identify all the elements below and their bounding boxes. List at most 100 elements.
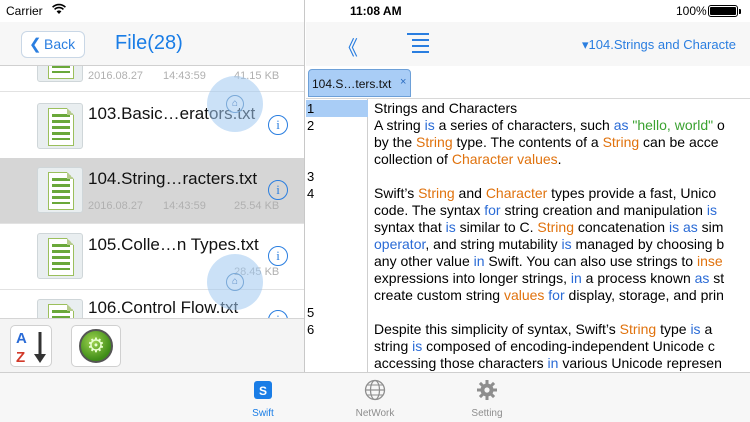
code-line: any other value in Swift. You can also u…: [374, 253, 723, 270]
code-text: a series of characters, such: [434, 117, 614, 133]
code-line: create custom string values for display,…: [374, 287, 724, 304]
tab-label: Setting: [471, 408, 503, 419]
file-browser-toolbar: A Z: [0, 318, 304, 372]
touch-point-icon: ⌂: [226, 95, 244, 113]
code-text-area[interactable]: Strings and Characters A string is a seri…: [374, 99, 750, 372]
highlighted-token: "hello, world": [632, 117, 714, 133]
app-screen: ❮ Back File(28) 2016.08.27 14:43:59 41.1…: [0, 0, 750, 422]
file-name: 104.String…racters.txt: [88, 169, 258, 188]
document-tab-label: 104.S…ters.txt: [312, 77, 392, 91]
code-line: string is composed of encoding-independe…: [374, 338, 715, 355]
code-text: type: [656, 321, 691, 337]
tab-setting[interactable]: Setting: [452, 377, 522, 421]
line-number: 3: [307, 169, 315, 184]
clock: 11:08 AM: [350, 4, 402, 18]
line-number: 6: [307, 322, 315, 337]
battery-percentage: 100%: [676, 4, 707, 18]
highlighted-token: Character values: [451, 151, 558, 167]
wifi-icon: [52, 3, 66, 18]
highlighted-token: as: [613, 117, 629, 133]
code-text: Despite this simplicity of syntax, Swift…: [374, 321, 620, 337]
info-button[interactable]: i: [268, 310, 288, 318]
svg-text:Z: Z: [16, 349, 25, 366]
code-text: accessing those characters: [374, 355, 548, 371]
code-text: syntax that: [374, 219, 446, 235]
gear-icon: [477, 380, 497, 400]
highlighted-token: is: [412, 338, 423, 354]
code-line: expressions into longer strings, in a pr…: [374, 270, 724, 287]
code-text: various Unicode represen: [558, 355, 722, 371]
info-button[interactable]: i: [268, 115, 288, 135]
close-icon[interactable]: ×: [400, 76, 406, 88]
touch-point-icon: ⌂: [226, 273, 244, 291]
highlighted-token: values: [503, 287, 545, 303]
file-list[interactable]: 2016.08.27 14:43:59 41.15 KB 103.Basic…e…: [0, 66, 304, 318]
file-date: 2016.08.27: [88, 200, 144, 212]
editor-pane: 《 ▾104.Strings and Characte 104.S…ters.t…: [306, 0, 750, 372]
code-text: , and string mutability: [425, 236, 562, 252]
code-line: code. The syntax for string creation and…: [374, 202, 717, 219]
highlighted-token: in: [473, 253, 485, 269]
document-tab-bar: 104.S…ters.txt ×: [306, 66, 750, 99]
settings-button[interactable]: [71, 325, 121, 367]
document-title-dropdown[interactable]: ▾104.Strings and Characte: [582, 37, 736, 53]
highlighted-token: is as: [668, 219, 698, 235]
code-text: collection of: [374, 151, 452, 167]
file-time: 14:43:59: [163, 70, 206, 82]
code-text: a: [700, 321, 713, 337]
back-button-label: Back: [44, 36, 76, 52]
code-text: st: [709, 270, 725, 286]
highlighted-token: for: [484, 202, 501, 218]
code-line: syntax that is similar to C. String conc…: [374, 219, 723, 236]
tab-network[interactable]: NetWork: [340, 377, 410, 421]
code-text: concatenation: [573, 219, 669, 235]
file-row[interactable]: 2016.08.27 14:43:59 41.15 KB: [0, 66, 304, 92]
info-button[interactable]: i: [268, 246, 288, 266]
highlighted-token: in: [570, 270, 582, 286]
tab-label: Swift: [252, 408, 274, 419]
file-row-selected[interactable]: 104.String…racters.txt 2016.08.27 14:43:…: [0, 158, 304, 224]
highlighted-token: String: [416, 134, 453, 150]
code-text: similar to C.: [455, 219, 538, 235]
tab-label: NetWork: [355, 408, 395, 419]
outline-list-icon[interactable]: [407, 33, 429, 53]
code-text: Swift. You can also use strings to: [484, 253, 697, 269]
highlighted-token: is: [561, 236, 572, 252]
highlighted-token: as: [694, 270, 710, 286]
code-text: types provide a fast, Unico: [547, 185, 717, 201]
drag-handle[interactable]: ⌂: [207, 254, 263, 310]
line-number-gutter: 1 2 3 4 5 6: [306, 99, 368, 372]
svg-text:S: S: [259, 384, 267, 398]
code-text: string creation and manipulation: [500, 202, 707, 218]
sort-button[interactable]: A Z: [10, 325, 52, 367]
drag-handle[interactable]: ⌂: [207, 76, 263, 132]
highlighted-token: for: [548, 287, 565, 303]
highlighted-token: is: [690, 321, 701, 337]
back-button[interactable]: ❮ Back: [21, 31, 86, 58]
swift-icon: S: [254, 381, 272, 399]
line-number: 5: [307, 305, 315, 320]
code-text: by the: [374, 134, 417, 150]
file-browser-navbar: ❮ Back File(28): [0, 22, 304, 66]
double-chevron-left-icon[interactable]: 《: [338, 32, 358, 61]
code-text: sim: [697, 219, 724, 235]
highlighted-token: is: [445, 219, 456, 235]
code-line: Swift’s String and Character types provi…: [374, 185, 716, 202]
text-editor[interactable]: 1 2 3 4 5 6 Strings and Characters A stri…: [306, 99, 750, 372]
status-bar: Carrier 11:08 AM 100%: [0, 0, 750, 22]
code-text: A string: [374, 117, 425, 133]
tab-swift[interactable]: S Swift: [228, 377, 298, 421]
document-tab[interactable]: 104.S…ters.txt ×: [308, 69, 411, 97]
highlighted-token: Character: [485, 185, 548, 201]
info-button[interactable]: i: [268, 180, 288, 200]
text-file-icon: [37, 167, 83, 213]
code-text: expressions into longer strings,: [374, 270, 571, 286]
file-date: 2016.08.27: [88, 70, 144, 82]
text-file-icon: [37, 66, 83, 82]
code-text: display, storage, and prin: [564, 287, 724, 303]
highlighted-token: String: [418, 185, 455, 201]
page-title: File(28): [115, 32, 183, 54]
code-text: Strings and Characters: [374, 100, 518, 116]
code-text: code. The syntax: [374, 202, 485, 218]
file-name: 105.Colle…n Types.txt: [88, 235, 259, 254]
